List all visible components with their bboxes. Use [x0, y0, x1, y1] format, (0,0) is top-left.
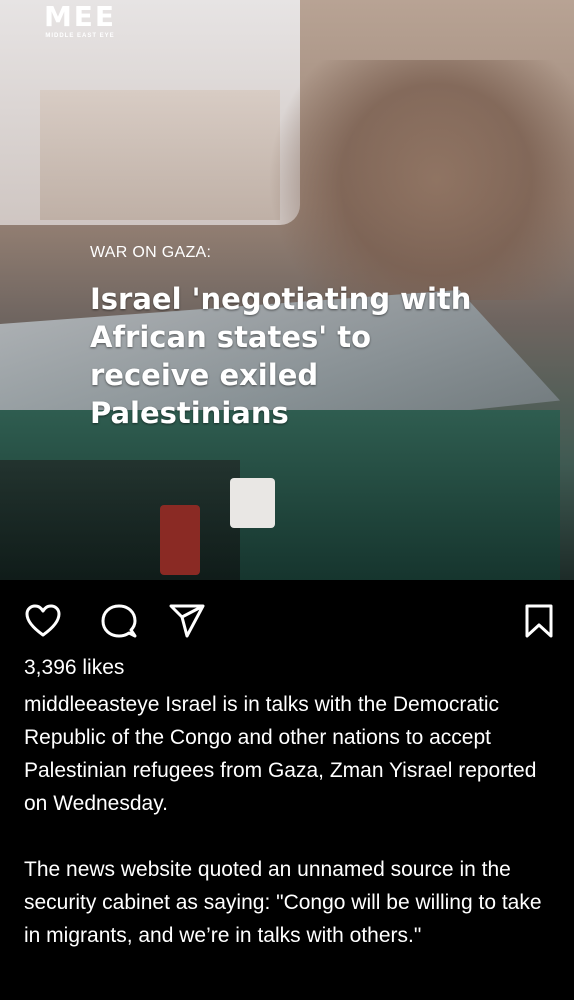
post-actions-bar	[0, 580, 574, 650]
people-photo-area	[230, 60, 574, 300]
brand-logo: MEE MIDDLE EAST EYE	[40, 2, 120, 40]
hanging-cloth	[230, 478, 275, 528]
comment-icon[interactable]	[100, 602, 138, 640]
post-kicker: WAR ON GAZA:	[90, 244, 212, 261]
post-headline: Israel 'negotiating with African states'…	[90, 282, 472, 430]
bookmark-icon[interactable]	[520, 602, 558, 640]
likes-count[interactable]: 3,396 likes	[24, 656, 124, 680]
heart-icon[interactable]	[24, 602, 62, 640]
caption-paragraph: middleeasteye Israel is in talks with th…	[24, 688, 554, 820]
share-icon[interactable]	[168, 602, 206, 640]
caption-username[interactable]: middleeasteye	[24, 693, 159, 716]
brand-logo-mark: MEE	[43, 0, 117, 33]
post-caption: middleeasteye Israel is in talks with th…	[24, 688, 554, 985]
brand-logo-sub: MIDDLE EAST EYE	[45, 33, 115, 39]
post-image[interactable]: MEE MIDDLE EAST EYE WAR ON GAZA: Israel …	[0, 0, 574, 580]
caption-paragraph-2: The news website quoted an unnamed sourc…	[24, 858, 542, 947]
shelter-shadow	[0, 460, 240, 580]
hanging-cloth	[160, 505, 200, 575]
